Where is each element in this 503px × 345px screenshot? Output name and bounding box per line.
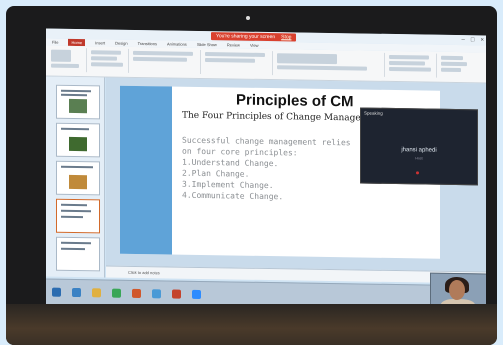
laptop-base xyxy=(6,304,497,345)
slide-thumbnail-selected[interactable] xyxy=(56,198,100,234)
slide-thumbnail-pane xyxy=(46,76,105,278)
slide-thumbnail[interactable] xyxy=(56,122,100,158)
clipboard-group[interactable] xyxy=(48,47,87,73)
explorer-icon[interactable] xyxy=(92,288,101,298)
chrome-icon[interactable] xyxy=(112,288,121,298)
slide-thumbnail[interactable] xyxy=(56,84,100,120)
shape-styles-group[interactable] xyxy=(386,52,437,78)
webcam-icon xyxy=(246,16,250,20)
start-icon[interactable] xyxy=(52,287,61,297)
paragraph-group[interactable] xyxy=(202,49,273,76)
slide-thumbnail[interactable] xyxy=(56,236,100,272)
body-line: 4.Communicate Change. xyxy=(182,190,284,202)
slide-thumbnail[interactable] xyxy=(56,160,100,196)
stop-share-button[interactable]: Stop xyxy=(281,33,291,41)
slide-title[interactable]: Principles of CM xyxy=(236,92,354,111)
minimize-button[interactable]: – xyxy=(462,35,465,45)
speaker-panel-header: Speaking xyxy=(364,110,383,116)
close-button[interactable]: × xyxy=(480,35,484,45)
media-icon[interactable] xyxy=(132,288,141,299)
zoom-icon[interactable] xyxy=(192,289,201,299)
app-icon[interactable] xyxy=(152,289,161,299)
participant-face xyxy=(449,279,465,301)
muted-mic-icon xyxy=(416,171,419,175)
ie-icon[interactable] xyxy=(72,287,81,298)
share-banner-text: You're sharing your screen xyxy=(216,33,276,41)
screen-share-banner: You're sharing your screen Stop xyxy=(211,32,297,42)
powerpoint-icon[interactable] xyxy=(172,289,181,299)
slides-group[interactable] xyxy=(88,48,129,73)
speaker-panel[interactable]: Speaking jhansi aphedi Host xyxy=(360,107,478,186)
font-group[interactable] xyxy=(130,48,201,74)
editing-group[interactable] xyxy=(438,54,484,79)
maximize-button[interactable]: □ xyxy=(471,35,475,45)
drawing-group[interactable] xyxy=(274,51,385,77)
speaker-role: Host xyxy=(415,156,423,161)
speaker-name: jhansi aphedi xyxy=(401,147,437,154)
laptop-screen: You're sharing your screen Stop – □ × Fi… xyxy=(46,28,486,312)
laptop-bezel: You're sharing your screen Stop – □ × Fi… xyxy=(6,6,497,345)
